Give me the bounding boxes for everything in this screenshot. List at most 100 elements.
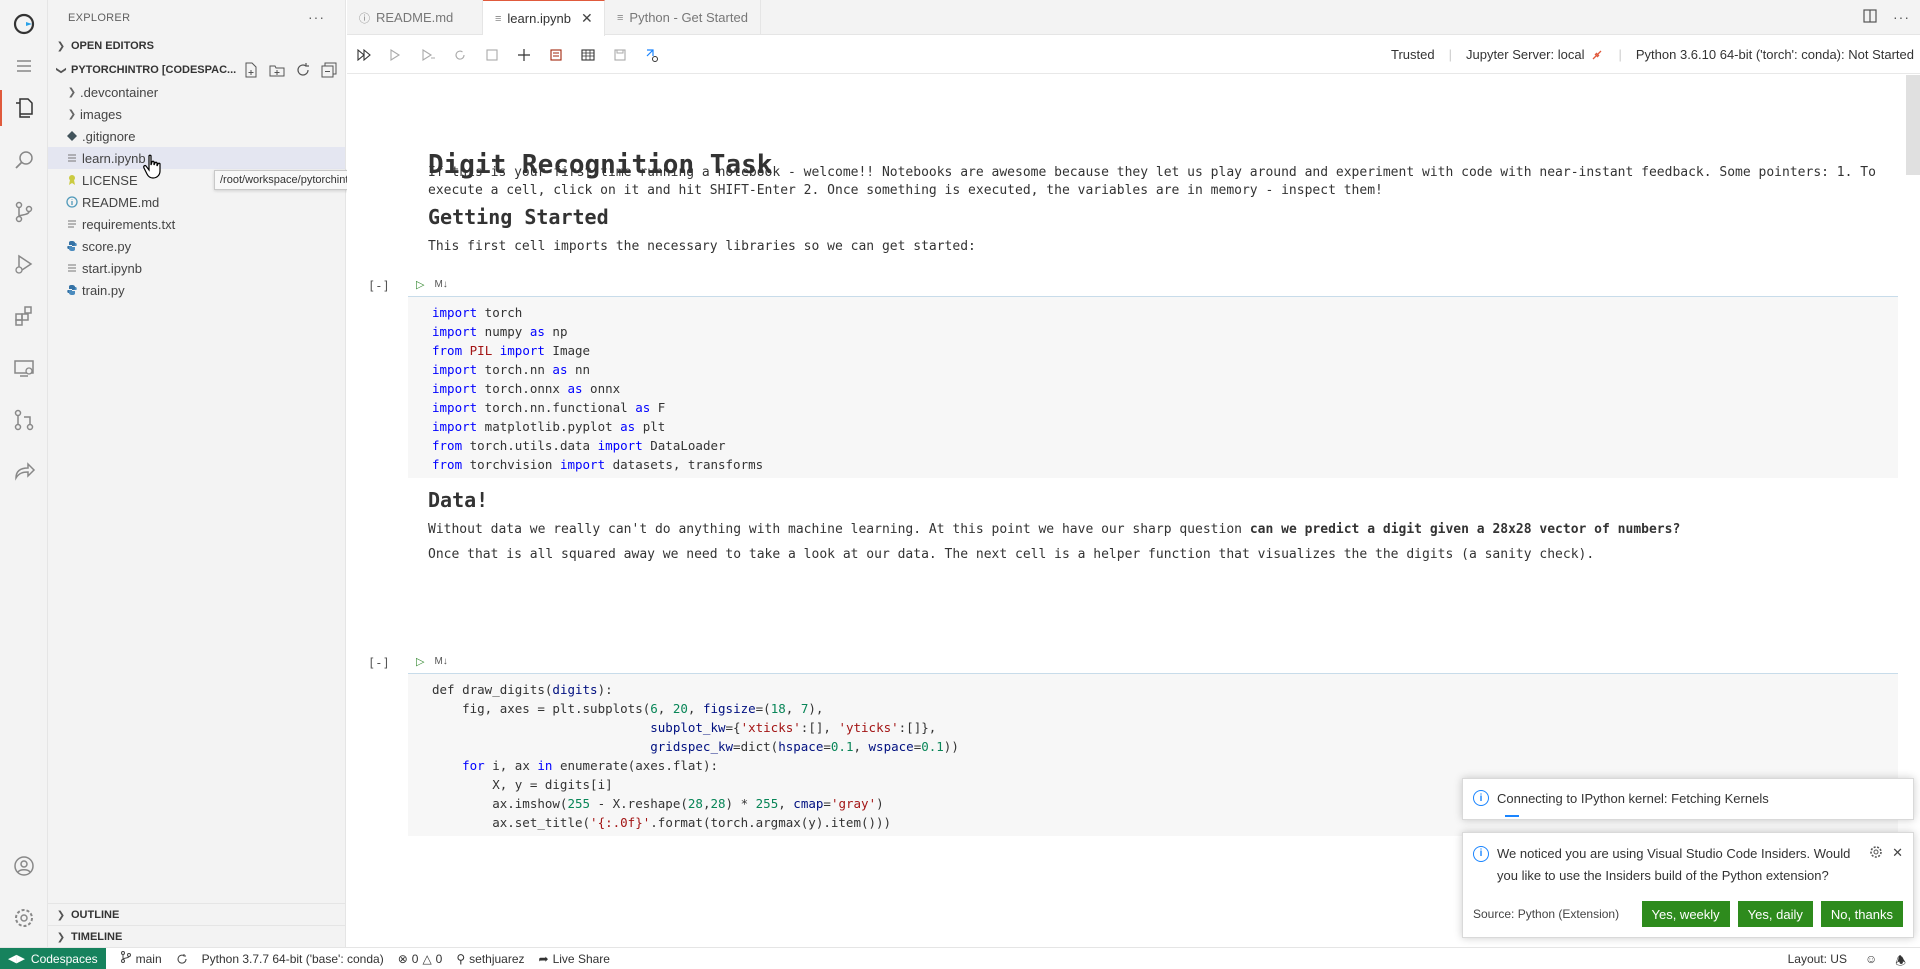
export-icon[interactable] xyxy=(643,46,661,64)
python-interpreter[interactable]: Python 3.7.7 64-bit ('base': conda) xyxy=(202,952,384,966)
markdown-toggle[interactable]: M↓ xyxy=(434,279,447,290)
more-actions-icon[interactable]: ··· xyxy=(308,9,325,25)
restart-kernel-icon[interactable] xyxy=(451,46,469,64)
branch-label: main xyxy=(135,951,162,966)
settings-gear-icon[interactable] xyxy=(0,894,48,942)
code-cell-imports[interactable]: [-] ▷ M↓ import torch import numpy as np… xyxy=(368,273,1898,478)
explorer-sidebar: EXPLORER ··· ❯ OPEN EDITORS ❯ PYTORCHINT… xyxy=(48,0,422,948)
outline-header[interactable]: ❯ OUTLINE xyxy=(48,904,346,926)
data-paragraph-2: Once that is all squared away we need to… xyxy=(428,547,1595,562)
run-above-icon[interactable] xyxy=(387,46,405,64)
open-editors-section[interactable]: ❯ OPEN EDITORS xyxy=(48,35,345,57)
python-icon xyxy=(64,238,80,254)
file-tree: ❯ .devcontainer ❯ images .gitignore lear… xyxy=(48,81,345,301)
intro-paragraph: If this is your first time running a not… xyxy=(428,165,1876,198)
editor-actions: ··· xyxy=(1863,9,1910,26)
sync-icon[interactable] xyxy=(176,953,188,965)
warning-count: 0 xyxy=(435,951,443,966)
execution-count: [-] xyxy=(368,279,390,293)
collapse-all-icon[interactable] xyxy=(321,62,337,78)
tree-item-requirements[interactable]: requirements.txt xyxy=(48,213,345,235)
interrupt-kernel-icon[interactable] xyxy=(483,46,501,64)
feedback-icon[interactable]: ☺ xyxy=(1865,952,1877,969)
git-icon xyxy=(64,128,80,144)
sidebar-title: EXPLORER ··· xyxy=(48,0,345,35)
live-share-button[interactable]: ➦ Live Share xyxy=(539,952,610,966)
tree-item-learn-ipynb[interactable]: learn.ipynb xyxy=(48,147,345,169)
notification-settings-gear-icon[interactable] xyxy=(1869,844,1883,866)
tree-item-label: score.py xyxy=(82,238,132,254)
remote-label: Codespaces xyxy=(30,951,98,966)
run-debug-icon[interactable] xyxy=(0,240,48,288)
yes-daily-button[interactable]: Yes, daily xyxy=(1737,901,1813,927)
outline-section[interactable]: ❯ OUTLINE xyxy=(48,903,346,926)
close-icon[interactable]: ✕ xyxy=(581,10,593,27)
no-thanks-button[interactable]: No, thanks xyxy=(1820,901,1903,927)
tree-item-start-ipynb[interactable]: start.ipynb xyxy=(48,257,345,279)
tree-item-label: requirements.txt xyxy=(82,216,176,232)
tree-item-devcontainer[interactable]: ❯ .devcontainer xyxy=(48,81,345,103)
trusted-label[interactable]: Trusted xyxy=(1391,47,1435,62)
problems-indicator[interactable]: ⊗ 0 △ 0 xyxy=(398,952,443,966)
variables-icon[interactable] xyxy=(579,46,597,64)
branch-indicator[interactable]: main xyxy=(120,951,162,966)
tree-item-train-py[interactable]: train.py xyxy=(48,279,345,301)
remote-indicator[interactable]: ◀▶ Codespaces xyxy=(0,947,106,969)
clear-outputs-icon[interactable] xyxy=(547,46,565,64)
run-below-icon[interactable] xyxy=(419,46,437,64)
new-folder-icon[interactable] xyxy=(269,62,285,78)
split-editor-icon[interactable] xyxy=(1863,9,1877,26)
refresh-icon[interactable] xyxy=(295,62,311,78)
user-indicator[interactable]: ⚲ sethjuarez xyxy=(456,952,524,966)
workspace-folder-section[interactable]: ❯ PYTORCHINTRO [CODESPAC... xyxy=(48,59,345,81)
user-label: sethjuarez xyxy=(469,951,525,966)
insiders-notification[interactable]: i We noticed you are using Visual Studio… xyxy=(1462,832,1914,938)
tree-item-readme[interactable]: README.md xyxy=(48,191,345,213)
tab-readme[interactable]: ⓘ README.md xyxy=(347,0,483,35)
notifications-bell-icon[interactable]: 🕭 xyxy=(1895,952,1906,969)
tree-item-label: images xyxy=(80,106,122,122)
tree-item-gitignore[interactable]: .gitignore xyxy=(48,125,345,147)
pull-requests-icon[interactable] xyxy=(0,396,48,444)
close-icon[interactable]: ✕ xyxy=(1892,842,1903,864)
explorer-icon[interactable] xyxy=(0,84,48,132)
tree-item-label: train.py xyxy=(82,282,125,298)
code-editor[interactable]: import torch import numpy as np from PIL… xyxy=(408,297,1898,478)
run-cell-icon[interactable]: ▷ xyxy=(416,278,424,291)
markdown-toggle[interactable]: M↓ xyxy=(434,656,447,667)
text-file-icon xyxy=(64,216,80,232)
run-cell-icon[interactable]: ▷ xyxy=(416,655,424,668)
kernel-connecting-notification[interactable]: i Connecting to IPython kernel: Fetching… xyxy=(1462,778,1914,820)
warning-icon: △ xyxy=(422,951,432,966)
timeline-section[interactable]: ❯ TIMELINE xyxy=(48,925,346,948)
run-all-icon[interactable] xyxy=(355,46,373,64)
jupyter-server-status[interactable]: Jupyter Server: local xyxy=(1466,47,1605,62)
tree-item-score-py[interactable]: score.py xyxy=(48,235,345,257)
data-heading-wrap: Data! xyxy=(428,488,488,512)
save-icon[interactable] xyxy=(611,46,629,64)
remote-explorer-icon[interactable] xyxy=(0,344,48,392)
chevron-right-icon: ❯ xyxy=(67,86,77,98)
vertical-scrollbar[interactable] xyxy=(1906,75,1920,175)
tree-item-label: LICENSE xyxy=(82,172,138,188)
git-branch-icon xyxy=(120,951,132,966)
keyboard-layout[interactable]: Layout: US xyxy=(1788,952,1847,969)
extensions-icon[interactable] xyxy=(0,292,48,340)
kernel-status[interactable]: Python 3.6.10 64-bit ('torch': conda): N… xyxy=(1636,47,1914,62)
menu-icon[interactable] xyxy=(0,42,48,90)
search-icon[interactable] xyxy=(0,136,48,184)
accounts-icon[interactable] xyxy=(0,842,48,890)
more-actions-icon[interactable]: ··· xyxy=(1893,9,1910,26)
source-control-icon[interactable] xyxy=(0,188,48,236)
add-cell-icon[interactable] xyxy=(515,46,533,64)
tab-learn-ipynb[interactable]: ≡ learn.ipynb ✕ xyxy=(483,0,605,36)
github-codespaces-icon[interactable] xyxy=(0,0,48,48)
tree-item-images[interactable]: ❯ images xyxy=(48,103,345,125)
remote-icon: ◀▶ xyxy=(8,953,25,965)
yes-weekly-button[interactable]: Yes, weekly xyxy=(1641,901,1730,927)
python-icon xyxy=(64,282,80,298)
new-file-icon[interactable] xyxy=(243,62,259,78)
timeline-header[interactable]: ❯ TIMELINE xyxy=(48,926,346,948)
tab-python-get-started[interactable]: ≡ Python - Get Started xyxy=(605,0,761,35)
live-share-icon[interactable] xyxy=(0,448,48,496)
